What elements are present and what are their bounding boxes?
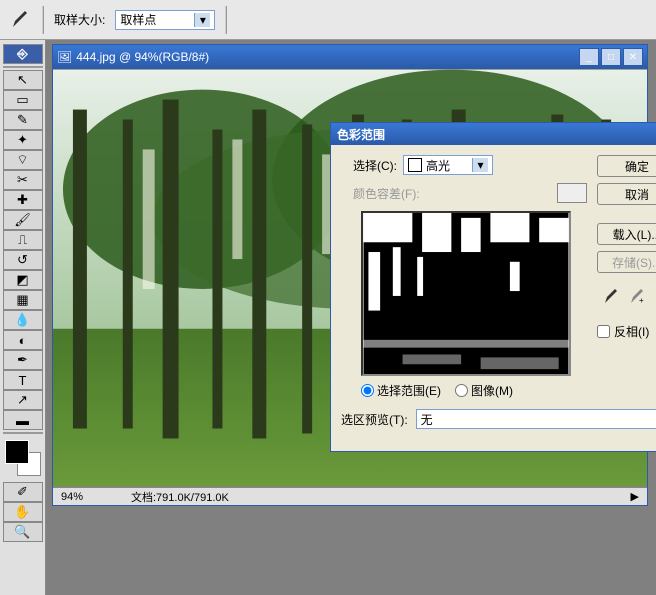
path-tool[interactable]: ↗	[3, 390, 43, 410]
fuzziness-value-box	[557, 183, 587, 203]
crop-tool[interactable]: ⌔	[3, 150, 43, 170]
history-brush-tool[interactable]: ↺	[3, 250, 43, 270]
image-radio[interactable]: 图像(M)	[455, 382, 513, 399]
maximize-button[interactable]: □	[601, 48, 621, 66]
shape-tool[interactable]: ▬	[3, 410, 43, 430]
invert-label: 反相(I)	[614, 323, 649, 340]
preview-dropdown[interactable]: 无 ▾	[416, 409, 656, 429]
image-radio-input[interactable]	[455, 384, 468, 397]
cancel-button[interactable]: 取消	[597, 183, 656, 205]
toolbox: ⎆ ↖ ▭ ✎ ✦ ⌔ ✂ ✚ 🖌 ⎍ ↺ ◩ ▦ 💧 ◐ ✒ T ↗ ▬ ✐ …	[0, 40, 46, 595]
highlight-swatch-icon	[408, 158, 422, 172]
stamp-tool[interactable]: ⎍	[3, 230, 43, 250]
separator	[42, 6, 44, 34]
eyedropper-icon[interactable]	[601, 287, 621, 307]
file-icon: 🖼	[57, 50, 72, 64]
ok-button[interactable]: 确定	[597, 155, 656, 177]
blur-tool[interactable]: 💧	[3, 310, 43, 330]
lasso-tool[interactable]: ✎	[3, 110, 43, 130]
zoom-level[interactable]: 94%	[61, 491, 111, 503]
select-value: 高光	[426, 157, 450, 174]
preview-value: 无	[421, 411, 433, 428]
svg-text:+: +	[639, 296, 644, 305]
dialog-titlebar[interactable]: 色彩范围 ✕	[331, 123, 656, 145]
eyedropper-tool[interactable]: ✐	[3, 482, 43, 502]
sample-size-value: 取样点	[120, 11, 156, 28]
select-dropdown[interactable]: 高光 ▾	[403, 155, 493, 175]
selection-radio[interactable]: 选择范围(E)	[361, 382, 441, 399]
document-titlebar[interactable]: 🖼 444.jpg @ 94%(RGB/8#) _ □ ✕	[53, 45, 647, 69]
preview-label: 选区预览(T):	[341, 411, 408, 428]
chevron-down-icon: ▾	[472, 158, 488, 172]
close-button[interactable]: ✕	[623, 48, 643, 66]
pen-tool[interactable]: ✒	[3, 350, 43, 370]
eyedropper-add-icon[interactable]: +	[627, 287, 647, 307]
document-title: 444.jpg @ 94%(RGB/8#)	[72, 50, 579, 64]
dodge-tool[interactable]: ◐	[3, 330, 43, 350]
sample-size-label: 取样大小:	[54, 11, 105, 28]
hand-tool[interactable]: ✋	[3, 502, 43, 522]
marquee-tool[interactable]: ▭	[3, 90, 43, 110]
separator	[225, 6, 227, 34]
eyedropper-tool-icon	[8, 8, 32, 32]
sample-size-select[interactable]: 取样点 ▾	[115, 10, 215, 30]
color-swatches[interactable]	[5, 440, 41, 476]
dialog-title: 色彩范围	[337, 126, 656, 143]
heal-tool[interactable]: ✚	[3, 190, 43, 210]
selection-preview[interactable]	[361, 211, 571, 376]
color-range-dialog: 色彩范围 ✕ 选择(C): 高光 ▾ 颜色容差(F):	[330, 122, 656, 452]
minimize-button[interactable]: _	[579, 48, 599, 66]
move-tool[interactable]: ↖	[3, 70, 43, 90]
document-status: 文档:791.0K/791.0K	[131, 489, 229, 505]
load-button[interactable]: 载入(L)...	[597, 223, 656, 245]
foreground-color-swatch[interactable]	[5, 440, 29, 464]
slice-tool[interactable]: ✂	[3, 170, 43, 190]
zoom-tool[interactable]: 🔍	[3, 522, 43, 542]
eraser-tool[interactable]: ◩	[3, 270, 43, 290]
brush-tool[interactable]: 🖌	[3, 210, 43, 230]
save-button: 存储(S)...	[597, 251, 656, 273]
wand-tool[interactable]: ✦	[3, 130, 43, 150]
ps-logo: ⎆	[3, 44, 43, 64]
status-menu-arrow[interactable]: ▶	[631, 490, 639, 503]
gradient-tool[interactable]: ▦	[3, 290, 43, 310]
selection-radio-input[interactable]	[361, 384, 374, 397]
select-label: 选择(C):	[353, 157, 397, 174]
chevron-down-icon: ▾	[194, 13, 210, 27]
fuzziness-label: 颜色容差(F):	[353, 185, 420, 202]
invert-checkbox[interactable]	[597, 325, 610, 338]
type-tool[interactable]: T	[3, 370, 43, 390]
